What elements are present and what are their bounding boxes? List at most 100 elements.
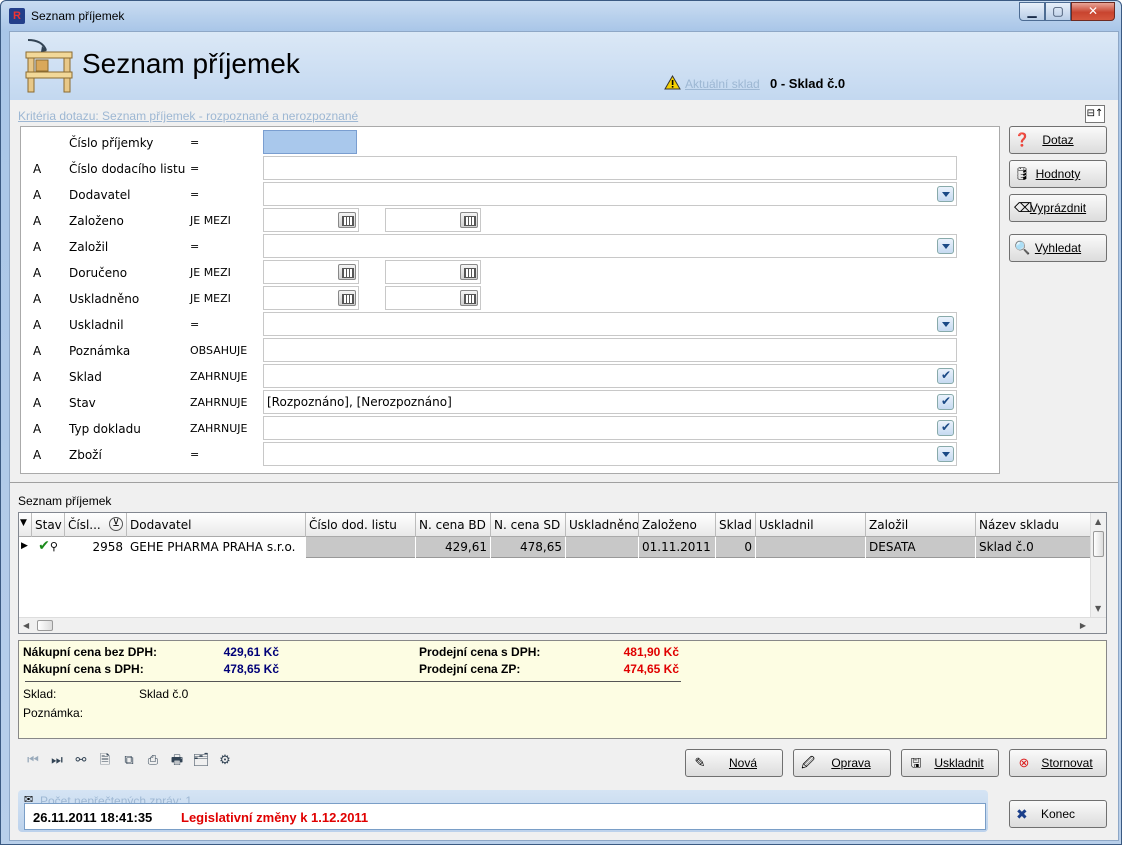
column-header[interactable]: Uskladnil — [756, 513, 866, 537]
criteria-operator[interactable]: = — [190, 188, 199, 201]
criteria-operator[interactable]: OBSAHUJE — [190, 344, 247, 357]
status-multiselect[interactable]: [Rozpoznáno], [Nerozpoznáno] — [263, 390, 957, 414]
maximize-button[interactable]: ▢ — [1045, 2, 1071, 21]
delivered-to-date[interactable] — [385, 260, 481, 284]
calendar-icon[interactable] — [338, 290, 356, 306]
title-bar[interactable]: R Seznam příjemek ▁ ▢ ✕ — [1, 1, 1121, 31]
dropdown-arrow-icon[interactable] — [937, 186, 954, 202]
application-window: R Seznam příjemek ▁ ▢ ✕ Seznam příjemek — [0, 0, 1122, 845]
criteria-operator[interactable]: = — [190, 136, 199, 149]
current-warehouse-link[interactable]: Aktuální sklad — [685, 77, 760, 91]
settings-icon[interactable]: ⚙ — [216, 752, 234, 770]
column-header[interactable]: Název skladu — [976, 513, 1091, 537]
summary-panel: Nákupní cena bez DPH: 429,61 Kč Nákupní … — [18, 640, 1107, 739]
store-button[interactable]: 🖫 Uskladnit — [901, 749, 999, 777]
criteria-operator[interactable]: JE MEZI — [190, 292, 231, 305]
column-header[interactable]: Číslo dod. listu — [306, 513, 416, 537]
column-header[interactable]: Založil — [866, 513, 976, 537]
scroll-thumb[interactable] — [37, 620, 53, 631]
column-chooser-icon[interactable]: ▼ — [19, 513, 32, 537]
column-header[interactable]: Dodavatel — [127, 513, 306, 537]
stored-to-date[interactable] — [385, 286, 481, 310]
end-button[interactable]: ✖ Konec — [1009, 800, 1107, 828]
scroll-right-arrow[interactable]: ▶ — [1080, 621, 1086, 630]
calendar-icon[interactable] — [460, 290, 478, 306]
column-header[interactable]: Sklad — [716, 513, 756, 537]
criteria-operator[interactable]: ZAHRNUJE — [190, 370, 247, 383]
checklist-dropdown-icon[interactable] — [937, 420, 954, 436]
supplier-select[interactable] — [263, 182, 957, 206]
criteria-link[interactable]: Kritéria dotazu: Seznam příjemek - rozpo… — [18, 109, 358, 123]
calendar-icon[interactable] — [460, 212, 478, 228]
values-button[interactable]: 🛢 Hodnoty — [1009, 160, 1107, 188]
calendar-icon[interactable] — [338, 264, 356, 280]
receipt-number-input[interactable] — [263, 130, 357, 154]
checklist-dropdown-icon[interactable] — [937, 368, 954, 384]
created-by-select[interactable] — [263, 234, 957, 258]
column-header[interactable]: Založeno — [639, 513, 716, 537]
criteria-row: A Doručeno JE MEZI — [21, 259, 1001, 285]
minimize-button[interactable]: ▁ — [1019, 2, 1045, 21]
cancel-button[interactable]: ⊗ Stornovat — [1009, 749, 1107, 777]
document-type-multiselect[interactable] — [263, 416, 957, 440]
edit-button[interactable]: 🖉 Oprava — [793, 749, 891, 777]
search-button[interactable]: 🔍 Vyhledat — [1009, 234, 1107, 262]
horizontal-scrollbar[interactable]: ◀ ▶ — [19, 617, 1106, 633]
sort-filter-icon[interactable]: ⊻ — [109, 517, 123, 531]
criteria-operator[interactable]: = — [190, 162, 199, 175]
copy-icon[interactable]: ⧉ — [120, 752, 138, 770]
status-panel: ✉ Počet nepřečtených zpráv: 1 26.11.2011… — [18, 790, 988, 832]
criteria-operator[interactable]: = — [190, 448, 199, 461]
column-header[interactable]: N. cena BD — [416, 513, 491, 537]
goods-select[interactable] — [263, 442, 957, 466]
purchase-price-gross-label: Nákupní cena s DPH: — [23, 662, 144, 676]
calendar-icon[interactable] — [460, 264, 478, 280]
criteria-operator[interactable]: JE MEZI — [190, 214, 231, 227]
table-row[interactable]: ▶ ✔⚲ 2958 GEHE PHARMA PRAHA s.r.o. 429,6… — [19, 537, 1091, 558]
close-button[interactable]: ✕ — [1071, 2, 1115, 21]
vertical-scrollbar[interactable]: ▲ ▼ — [1090, 513, 1106, 617]
column-header[interactable]: Stav — [32, 513, 65, 537]
new-button[interactable]: ✎ Nová — [685, 749, 783, 777]
client-area: Seznam příjemek Aktuální sklad 0 - Sklad… — [9, 31, 1119, 841]
column-header[interactable]: Čísl... ⊻ — [65, 513, 127, 537]
scroll-left-arrow[interactable]: ◀ — [23, 621, 29, 630]
criteria-operator[interactable]: ZAHRNUJE — [190, 422, 247, 435]
collapse-criteria-button[interactable]: ⊟↑ — [1085, 105, 1105, 123]
clear-button[interactable]: ⌫ Vyprázdnit — [1009, 194, 1107, 222]
criteria-operator[interactable]: ZAHRNUJE — [190, 396, 247, 409]
criteria-operator[interactable]: JE MEZI — [190, 266, 231, 279]
created-to-date[interactable] — [385, 208, 481, 232]
criteria-operator[interactable]: = — [190, 240, 199, 253]
column-header[interactable]: Uskladněno — [566, 513, 639, 537]
scroll-up-arrow[interactable]: ▲ — [1095, 517, 1101, 526]
export-icon[interactable]: 🗂 — [192, 752, 210, 770]
criteria-label: Zboží — [69, 448, 102, 462]
stored-by-select[interactable] — [263, 312, 957, 336]
note-input[interactable] — [263, 338, 957, 362]
legislative-news-link[interactable]: Legislativní změny k 1.12.2011 — [181, 810, 368, 825]
dropdown-arrow-icon[interactable] — [937, 446, 954, 462]
dropdown-arrow-icon[interactable] — [937, 238, 954, 254]
receipts-table[interactable]: ▼ Stav Čísl... ⊻ Dodavatel Číslo dod. lis… — [18, 512, 1107, 634]
created-from-date[interactable] — [263, 208, 359, 232]
column-header[interactable]: N. cena SD — [491, 513, 566, 537]
dropdown-arrow-icon[interactable] — [937, 316, 954, 332]
criteria-operator[interactable]: = — [190, 318, 199, 331]
scroll-down-arrow[interactable]: ▼ — [1095, 604, 1101, 613]
print-icon[interactable]: ⎙ — [144, 752, 162, 770]
print-preview-icon[interactable]: 🖶 — [168, 752, 186, 770]
delivery-note-input[interactable] — [263, 156, 957, 180]
query-button[interactable]: ❓ Dotaz — [1009, 126, 1107, 154]
scroll-thumb[interactable] — [1093, 531, 1104, 557]
calendar-icon[interactable] — [338, 212, 356, 228]
stored-from-date[interactable] — [263, 286, 359, 310]
binoculars-icon[interactable]: ⚯ — [72, 752, 90, 770]
last-record-icon[interactable]: ⏭ — [48, 752, 66, 770]
criteria-and: A — [33, 370, 42, 384]
document-search-icon[interactable]: 🗎 — [96, 752, 114, 770]
warehouse-multiselect[interactable] — [263, 364, 957, 388]
checklist-dropdown-icon[interactable] — [937, 394, 954, 410]
delivered-from-date[interactable] — [263, 260, 359, 284]
first-record-icon[interactable]: ⏮ — [24, 752, 42, 770]
